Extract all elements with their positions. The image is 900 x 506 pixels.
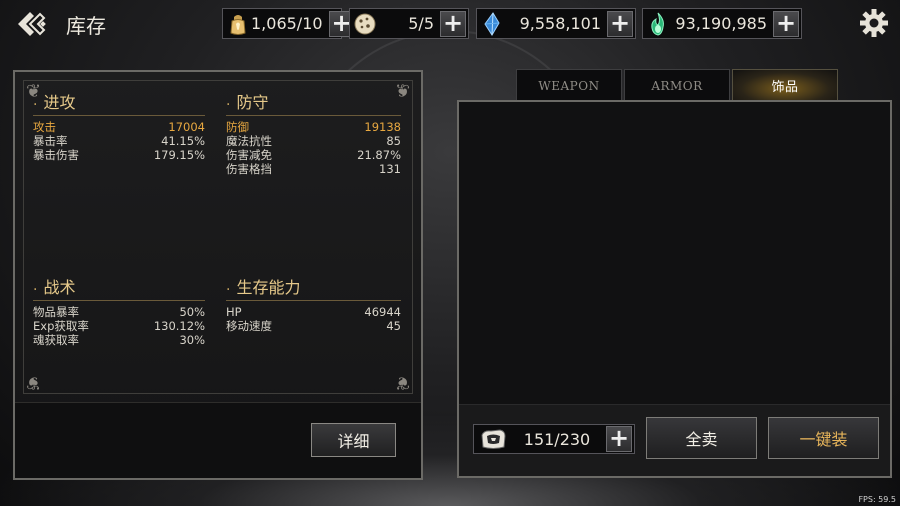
stat-label: 伤害格挡: [226, 162, 272, 176]
ornament-icon: ❦: [394, 372, 410, 393]
sell-all-button[interactable]: 全卖: [646, 417, 757, 459]
stat-label: Exp获取率: [33, 319, 89, 333]
stat-label: 物品暴率: [33, 305, 79, 319]
tab-weapon[interactable]: WEAPON: [516, 69, 622, 101]
tab-accessories[interactable]: 饰品: [732, 69, 838, 101]
resource-green-soul: 93,190,985 +: [642, 8, 802, 39]
add-green-soul-button[interactable]: +: [773, 10, 799, 37]
stat-label: 伤害减免: [226, 148, 272, 162]
stat-group-survival: · 生存能力 HP 46944 移动速度 45: [226, 275, 401, 333]
stat-label: 暴击伤害: [33, 148, 79, 162]
stat-row: 攻击 17004: [33, 120, 205, 134]
stat-row: 魂获取率 30%: [33, 333, 205, 347]
add-cookie-button[interactable]: +: [440, 10, 466, 37]
stat-value: 41.15%: [161, 134, 205, 148]
tab-armor[interactable]: ARMOR: [624, 69, 730, 101]
bullet-icon: ·: [33, 282, 38, 298]
bullet-icon: ·: [226, 282, 231, 298]
page-title: 库存: [66, 14, 106, 38]
stat-value: 17004: [168, 120, 205, 134]
bullet-icon: ·: [226, 97, 231, 113]
stat-value: 50%: [179, 305, 205, 319]
detail-button[interactable]: 详细: [311, 423, 396, 457]
stat-value: 85: [386, 134, 401, 148]
stat-row: HP 46944: [226, 305, 401, 319]
resource-value: 93,190,985: [675, 14, 767, 33]
stat-group-tactics: · 战术 物品暴率 50% Exp获取率 130.12% 魂获取率 30%: [33, 275, 205, 347]
stat-label: 魂获取率: [33, 333, 79, 347]
back-icon[interactable]: [14, 8, 52, 40]
stat-row: 防御 19138: [226, 120, 401, 134]
stat-row: 伤害减免 21.87%: [226, 148, 401, 162]
stat-row: Exp获取率 130.12%: [33, 319, 205, 333]
inventory-capacity: 151/230 +: [473, 424, 635, 454]
group-title: 生存能力: [236, 278, 301, 297]
resource-value: 9,558,101: [519, 14, 601, 33]
resource-cookie: 5/5 +: [349, 8, 469, 39]
stat-group-defense: · 防守 防御 19138 魔法抗性 85 伤害减免 21.87% 伤害格挡 1…: [226, 90, 401, 176]
group-title: 防守: [236, 93, 269, 112]
group-title: 战术: [43, 278, 76, 297]
stat-label: 攻击: [33, 120, 56, 134]
group-title: 进攻: [43, 93, 76, 112]
stat-value: 179.15%: [153, 148, 205, 162]
resource-value: 1,065/10: [251, 14, 323, 33]
capacity-value: 151/230: [523, 429, 591, 449]
blue-crystal-icon: [484, 11, 500, 36]
stat-row: 伤害格挡 131: [226, 162, 401, 176]
stat-label: HP: [226, 305, 242, 319]
resource-lantern-fuel: 1,065/10 +: [222, 8, 355, 39]
stat-label: 防御: [226, 120, 249, 134]
stat-row: 魔法抗性 85: [226, 134, 401, 148]
cookie-icon: [354, 13, 376, 34]
stat-value: 30%: [179, 333, 205, 347]
green-soul-flame-icon: [651, 12, 664, 36]
ornament-icon: ❦: [26, 372, 42, 393]
bullet-icon: ·: [33, 97, 38, 113]
stat-label: 移动速度: [226, 319, 272, 333]
lantern-fuel-icon: [230, 14, 246, 35]
stat-label: 暴击率: [33, 134, 68, 148]
equip-all-button[interactable]: 一键装: [768, 417, 879, 459]
stat-value: 19138: [364, 120, 401, 134]
gear-icon[interactable]: [859, 8, 889, 38]
stat-value: 130.12%: [153, 319, 205, 333]
stat-row: 物品暴率 50%: [33, 305, 205, 319]
stat-value: 46944: [364, 305, 401, 319]
add-blue-crystal-button[interactable]: +: [607, 10, 633, 37]
stat-value: 131: [379, 162, 401, 176]
stat-value: 21.87%: [357, 148, 401, 162]
fps-counter: FPS: 59.5: [858, 495, 896, 504]
inventory-grid[interactable]: [459, 102, 890, 404]
stat-row: 暴击伤害 179.15%: [33, 148, 205, 162]
stats-panel: ❦ ❦ ❦ ❦ · 进攻 攻击 17004 暴击率 41.15% 暴击伤害 17…: [13, 70, 423, 480]
resource-value: 5/5: [408, 14, 434, 33]
resource-blue-crystal: 9,558,101 +: [476, 8, 636, 39]
stat-label: 魔法抗性: [226, 134, 272, 148]
stat-value: 45: [386, 319, 401, 333]
stat-row: 移动速度 45: [226, 319, 401, 333]
stat-row: 暴击率 41.15%: [33, 134, 205, 148]
expand-inventory-button[interactable]: +: [606, 426, 632, 452]
stat-group-offense: · 进攻 攻击 17004 暴击率 41.15% 暴击伤害 179.15%: [33, 90, 205, 162]
bag-icon: [481, 429, 506, 449]
